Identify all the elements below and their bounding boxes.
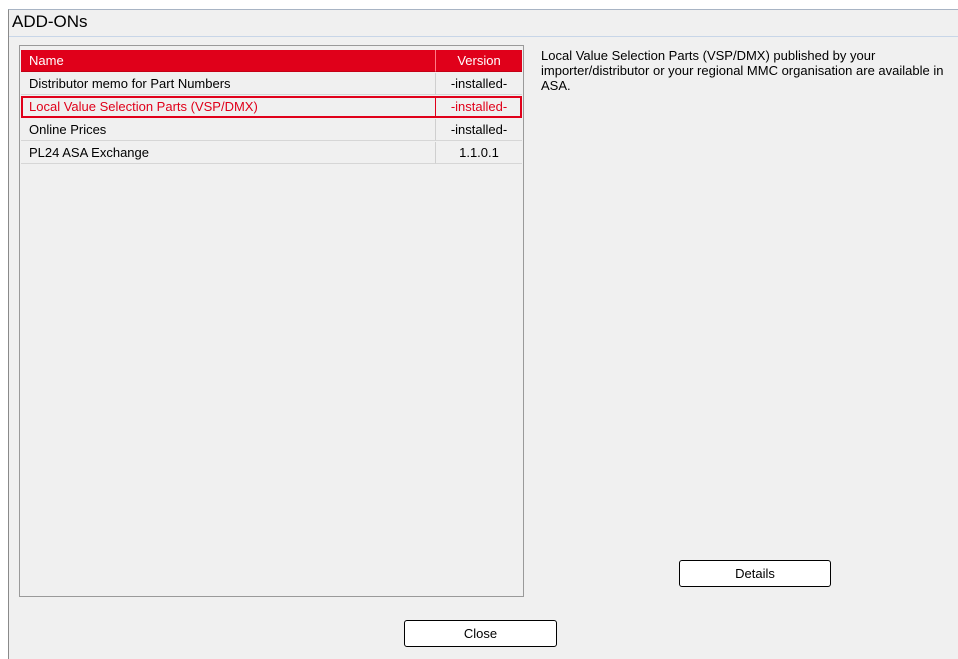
addon-version: 1.1.0.1 (436, 142, 522, 164)
addon-row-online-prices[interactable]: Online Prices -installed- (21, 119, 522, 141)
column-header-name[interactable]: Name (21, 50, 436, 72)
addon-list: Name Version Distributor memo for Part N… (19, 45, 524, 597)
addon-name: PL24 ASA Exchange (21, 142, 436, 164)
addons-dialog: ADD-ONs Name Version Distributor memo fo… (8, 9, 958, 659)
addon-row-distributor-memo[interactable]: Distributor memo for Part Numbers -insta… (21, 73, 522, 95)
list-header-row: Name Version (21, 50, 522, 72)
addon-version: -installed- (436, 96, 522, 118)
addon-version: -installed- (436, 73, 522, 95)
addon-row-local-value-selection[interactable]: Local Value Selection Parts (VSP/DMX) -i… (21, 96, 522, 118)
addon-name: Distributor memo for Part Numbers (21, 73, 436, 95)
addon-row-pl24-asa-exchange[interactable]: PL24 ASA Exchange 1.1.0.1 (21, 142, 522, 164)
close-button[interactable]: Close (404, 620, 557, 647)
title-bar: ADD-ONs (9, 10, 958, 37)
addon-name: Online Prices (21, 119, 436, 141)
column-header-version[interactable]: Version (436, 50, 522, 72)
addon-version: -installed- (436, 119, 522, 141)
addon-description: Local Value Selection Parts (VSP/DMX) pu… (541, 48, 944, 93)
details-button[interactable]: Details (679, 560, 831, 587)
dialog-title: ADD-ONs (12, 12, 88, 31)
addon-name: Local Value Selection Parts (VSP/DMX) (21, 96, 436, 118)
